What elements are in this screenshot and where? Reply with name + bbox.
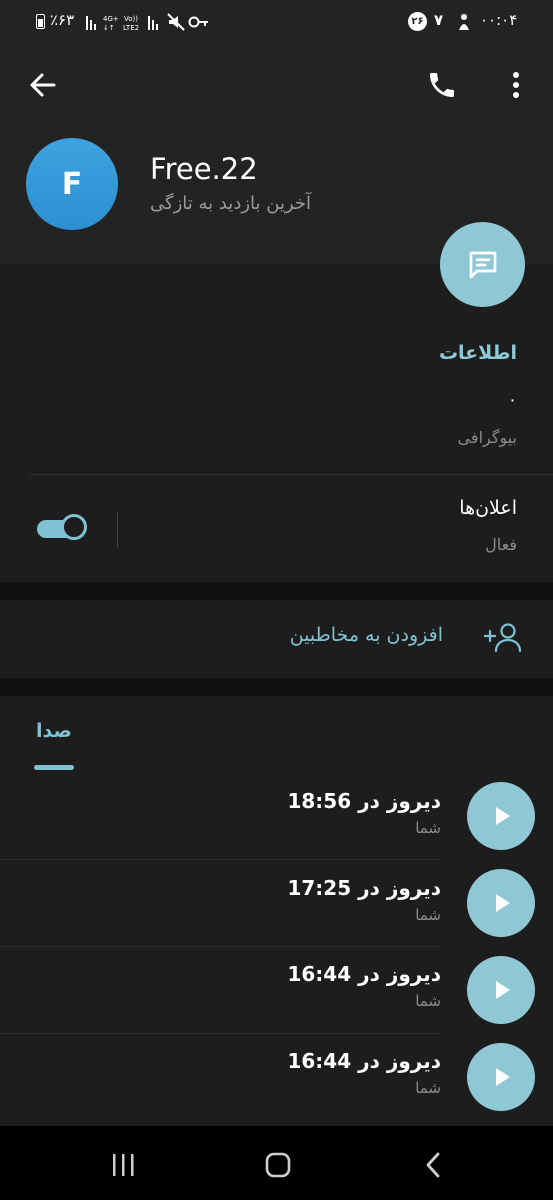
media-tabs [0, 696, 553, 772]
bio-value[interactable]: ۰ [508, 390, 517, 410]
voice-item-title[interactable]: دیروز در 16:44 [287, 962, 441, 986]
clock: ۰۰:۰۴ [480, 11, 518, 29]
vertical-separator [117, 511, 118, 547]
divider [30, 474, 553, 475]
tab-indicator [34, 765, 74, 770]
avatar[interactable]: F [26, 138, 118, 230]
svg-text:4G+: 4G+ [103, 15, 119, 23]
voice-item-title[interactable]: دیروز در 16:44 [287, 1049, 441, 1073]
voice-item-title[interactable]: دیروز در 18:56 [287, 789, 441, 813]
list-divider [0, 859, 442, 860]
play-icon [496, 1068, 510, 1086]
list-divider [0, 946, 442, 947]
tab-voice[interactable]: صدا [36, 720, 72, 742]
back-arrow-icon[interactable] [28, 70, 58, 100]
notifications-title[interactable]: اعلان‌ها [459, 497, 517, 519]
play-icon [496, 981, 510, 999]
recent-apps-icon[interactable] [111, 1152, 137, 1178]
message-button[interactable] [440, 222, 525, 307]
voice-item-sender: شما [415, 906, 441, 924]
contact-name: Free.22 [150, 152, 258, 186]
battery-icon [36, 14, 45, 29]
last-seen-status: آخرین بازدید به تازگی [150, 193, 312, 214]
svg-text:Vo)): Vo)) [124, 15, 138, 23]
voice-item-title[interactable]: دیروز در 17:25 [287, 876, 441, 900]
voice-item-sender: شما [415, 819, 441, 837]
play-button[interactable] [467, 869, 535, 937]
message-icon [469, 251, 496, 278]
bio-label: بیوگرافی [457, 428, 517, 447]
more-options-icon[interactable] [506, 70, 526, 100]
section-gap [0, 678, 553, 696]
play-icon [496, 894, 510, 912]
back-icon[interactable] [422, 1151, 444, 1179]
list-divider [0, 1033, 442, 1034]
svg-text:↓↑: ↓↑ [103, 24, 115, 32]
info-title: اطلاعات [438, 342, 517, 364]
voice-item-sender: شما [415, 1079, 441, 1097]
add-user-icon [484, 623, 522, 653]
play-button[interactable] [467, 782, 535, 850]
svg-text:LTE2: LTE2 [123, 24, 139, 32]
add-to-contacts-row[interactable] [0, 600, 553, 678]
voice-item-sender: شما [415, 992, 441, 1010]
section-gap [0, 582, 553, 600]
app-notification-icon [459, 14, 469, 30]
notifications-status: فعال [485, 535, 517, 554]
key-icon [188, 16, 208, 28]
notifications-toggle[interactable] [37, 514, 89, 544]
play-button[interactable] [467, 1043, 535, 1111]
notification-count: ۷ [434, 11, 444, 29]
home-icon[interactable] [264, 1151, 292, 1179]
mute-icon [167, 13, 185, 31]
notification-badge: ۲۶ [408, 12, 427, 31]
play-icon [496, 807, 510, 825]
add-to-contacts-label: افزودن به مخاطبین [289, 624, 443, 646]
phone-icon[interactable] [426, 69, 458, 101]
play-button[interactable] [467, 956, 535, 1024]
battery-percent: ٪۶۳ [50, 11, 75, 29]
